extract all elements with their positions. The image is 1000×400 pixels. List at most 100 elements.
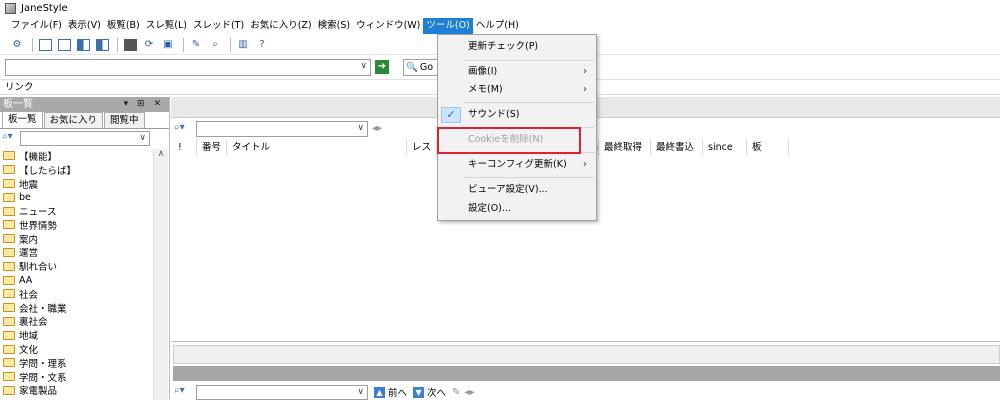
- folder-icon: [3, 289, 15, 299]
- tree-item[interactable]: 会社・職業: [0, 301, 152, 315]
- tree-scrollbar[interactable]: ∧: [153, 149, 168, 400]
- menu-window[interactable]: ウィンドウ(W): [353, 18, 423, 34]
- chevron-right-icon: ›: [583, 66, 587, 77]
- tree-item[interactable]: 地域: [0, 328, 152, 342]
- menu-item-memo[interactable]: メモ(M) ›: [438, 80, 596, 100]
- column-board[interactable]: 板: [747, 139, 789, 156]
- panel-tabs: 板一覧 お気に入り 閲覧中: [0, 111, 169, 129]
- folder-icon: [3, 165, 15, 175]
- folder-icon: [3, 316, 15, 326]
- tree-item[interactable]: 地震: [0, 177, 152, 191]
- folder-icon: [3, 385, 15, 395]
- tree-item[interactable]: 【機能】: [0, 149, 152, 163]
- chevron-right-icon: ›: [583, 84, 587, 95]
- document-icon[interactable]: [122, 37, 138, 53]
- thread-search-input[interactable]: ∨: [196, 120, 368, 137]
- tree-item[interactable]: 文化: [0, 342, 152, 356]
- window-title: JaneStyle: [21, 3, 68, 14]
- menu-tools[interactable]: ツール(O): [423, 17, 473, 34]
- menu-board-list[interactable]: 板覧(B): [104, 18, 143, 34]
- tree-item[interactable]: AA: [0, 273, 152, 287]
- folder-icon: [3, 206, 15, 216]
- tab-browsing[interactable]: 閲覧中: [104, 112, 145, 128]
- column-res[interactable]: レス: [407, 139, 437, 156]
- toolbar-separator: [230, 37, 231, 52]
- scroll-up-icon[interactable]: ∧: [154, 149, 168, 159]
- tree-item[interactable]: 学問・文系: [0, 370, 152, 384]
- menu-view[interactable]: 表示(V): [65, 18, 104, 34]
- help-icon[interactable]: ?: [254, 37, 270, 53]
- save-icon[interactable]: ▣: [160, 37, 176, 53]
- chevron-down-icon[interactable]: ∨: [357, 123, 364, 133]
- splitter-icon[interactable]: ◂▸: [372, 123, 382, 134]
- layout-icon[interactable]: ⚙: [9, 37, 25, 53]
- comment-icon[interactable]: ✎: [188, 37, 204, 53]
- tab-board-list[interactable]: 板一覧: [2, 111, 43, 128]
- tab-favorites[interactable]: お気に入り: [43, 112, 104, 128]
- arrow-down-icon[interactable]: ▼: [413, 386, 425, 398]
- refresh-icon[interactable]: ⟳: [141, 37, 157, 53]
- address-input[interactable]: ∨: [5, 58, 371, 76]
- search-icon[interactable]: ⌕▾: [174, 122, 190, 136]
- menu-item-settings[interactable]: 設定(O)...: [438, 199, 596, 219]
- menu-file[interactable]: ファイル(F): [8, 18, 65, 34]
- board-search-input[interactable]: ∨: [20, 130, 150, 146]
- menu-help[interactable]: ヘルプ(H): [473, 18, 522, 34]
- panel-header: 板一覧 ▾ ⊞ ✕: [0, 97, 169, 112]
- search-icon: 🔍: [406, 61, 418, 73]
- column-last-fetch[interactable]: 最終取得: [599, 139, 651, 156]
- tree-item[interactable]: 学問・理系: [0, 356, 152, 370]
- viewer-search-input[interactable]: ∨: [196, 384, 368, 400]
- tree-item[interactable]: 【したらば】: [0, 163, 152, 177]
- tree-item[interactable]: 裏社会: [0, 315, 152, 328]
- column-since[interactable]: since: [703, 139, 747, 156]
- tree-item[interactable]: 案内: [0, 232, 152, 246]
- menu-favorites[interactable]: お気に入り(Z): [247, 18, 314, 34]
- prev-button[interactable]: 前へ: [388, 385, 407, 399]
- search-icon[interactable]: ⌕▾: [2, 131, 18, 145]
- pen-icon[interactable]: ✎: [452, 387, 460, 398]
- thread-search: ⌕▾ ∨ ◂▸: [174, 120, 382, 137]
- panel-search: ⌕▾ ∨: [0, 129, 169, 147]
- pane-3-icon[interactable]: [75, 37, 91, 53]
- toolbar-separator: [117, 37, 118, 52]
- column-mark[interactable]: !: [173, 139, 197, 156]
- menu-item-image[interactable]: 画像(I) ›: [438, 62, 596, 82]
- menu-thread-list[interactable]: スレ覧(L): [143, 18, 190, 34]
- search-icon[interactable]: ⌕▾: [174, 385, 190, 399]
- folder-icon: [3, 151, 15, 161]
- menu-item-update-check[interactable]: 更新チェック(P): [438, 37, 596, 57]
- tree-item[interactable]: 馴れ合い: [0, 259, 152, 273]
- menu-thread[interactable]: スレッド(T): [190, 18, 247, 34]
- app-icon: [5, 3, 16, 14]
- chevron-down-icon[interactable]: ∨: [357, 387, 364, 397]
- chevron-down-icon[interactable]: ∨: [139, 133, 146, 143]
- arrow-up-icon[interactable]: ▲: [374, 386, 385, 398]
- pane-1-icon[interactable]: [37, 37, 53, 53]
- toolbar-separator: [183, 37, 184, 52]
- book-icon[interactable]: ▥: [235, 37, 251, 53]
- next-button[interactable]: 次へ: [427, 385, 446, 399]
- tree-item[interactable]: be: [0, 190, 152, 204]
- menu-item-sound[interactable]: ✓ サウンド(S): [438, 105, 596, 125]
- menu-item-viewer-settings[interactable]: ビューア設定(V)...: [438, 180, 596, 200]
- pane-4-icon[interactable]: [94, 37, 110, 53]
- tree-item[interactable]: 社会: [0, 287, 152, 301]
- pane-2-icon[interactable]: [56, 37, 72, 53]
- tree-item[interactable]: 運営: [0, 246, 152, 259]
- tree-item[interactable]: 家電製品: [0, 384, 152, 397]
- panel-controls[interactable]: ▾ ⊞ ✕: [124, 97, 164, 112]
- menu-search[interactable]: 検索(S): [315, 18, 353, 34]
- folder-icon: [3, 344, 15, 354]
- column-number[interactable]: 番号: [197, 139, 227, 156]
- tree-item[interactable]: ニュース: [0, 204, 152, 218]
- search-icon[interactable]: ⌕: [207, 37, 223, 53]
- tree-item[interactable]: 世界情勢: [0, 218, 152, 232]
- column-title[interactable]: タイトル: [227, 139, 407, 156]
- folder-icon: [3, 372, 15, 382]
- go-button[interactable]: ➜: [375, 60, 389, 74]
- menu-item-key-config[interactable]: キーコンフィグ更新(K) ›: [438, 155, 596, 175]
- chevron-down-icon[interactable]: ∨: [360, 61, 367, 71]
- splitter-icon[interactable]: ◂▸: [464, 387, 474, 398]
- column-last-post[interactable]: 最終書込: [651, 139, 703, 156]
